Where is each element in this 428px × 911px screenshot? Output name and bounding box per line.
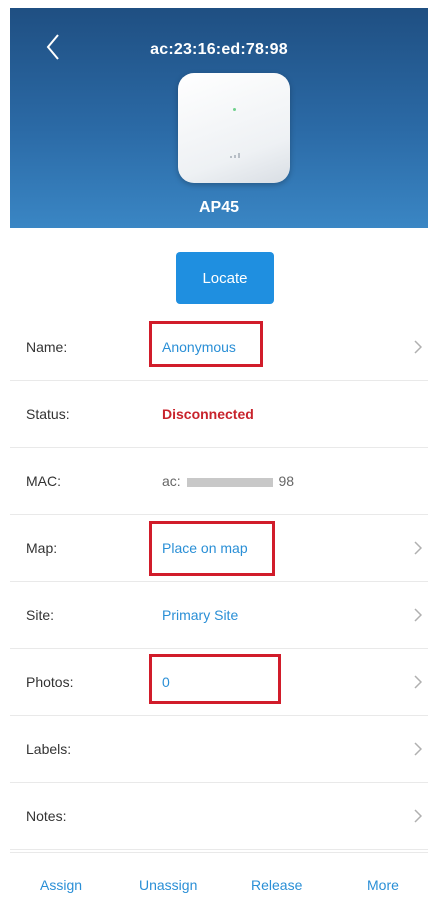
chevron-right-icon <box>414 742 422 756</box>
detail-row-notes[interactable]: Notes: <box>10 783 428 850</box>
mac-redaction <box>186 477 273 487</box>
detail-row-site[interactable]: Site: Primary Site <box>10 582 428 649</box>
site-label: Site: <box>26 607 55 623</box>
mac-suffix: 98 <box>278 473 295 489</box>
map-label: Map: <box>26 540 58 556</box>
device-header: ac:23:16:ed:78:98 AP45 <box>10 8 428 228</box>
chevron-right-icon <box>414 809 422 823</box>
detail-row-mac: MAC: ac: 98 <box>10 448 428 515</box>
page-title: ac:23:16:ed:78:98 <box>150 41 288 58</box>
detail-row-status: Status: Disconnected <box>10 381 428 448</box>
unassign-button[interactable]: Unassign <box>139 877 197 893</box>
notes-label: Notes: <box>26 808 67 824</box>
detail-row-map[interactable]: Map: Place on map <box>10 515 428 582</box>
status-value: Disconnected <box>162 406 254 422</box>
device-image <box>178 73 290 183</box>
detail-row-labels[interactable]: Labels: <box>10 716 428 783</box>
chevron-right-icon <box>414 608 422 622</box>
device-name: AP45 <box>198 199 240 216</box>
brand-mark-icon <box>230 153 240 158</box>
chevron-right-icon <box>414 541 422 555</box>
mac-label: MAC: <box>26 473 61 489</box>
detail-row-name[interactable]: Name: Anonymous <box>10 314 428 381</box>
status-led-icon <box>233 108 236 111</box>
chevron-right-icon <box>414 340 422 354</box>
site-value: Primary Site <box>162 607 239 623</box>
name-value: Anonymous <box>162 339 236 355</box>
map-value: Place on map <box>162 540 248 556</box>
status-label: Status: <box>26 406 70 422</box>
action-bar: Assign Unassign Release More <box>10 852 428 911</box>
photos-value: 0 <box>162 674 170 690</box>
labels-label: Labels: <box>26 741 72 757</box>
more-button[interactable]: More <box>367 877 399 893</box>
locate-button[interactable]: Locate <box>176 252 274 304</box>
chevron-right-icon <box>414 675 422 689</box>
name-label: Name: <box>26 339 68 355</box>
mac-value: ac: 98 <box>162 473 294 489</box>
release-button[interactable]: Release <box>251 877 302 893</box>
mac-prefix: ac: <box>162 473 181 489</box>
detail-row-photos[interactable]: Photos: 0 <box>10 649 428 716</box>
assign-button[interactable]: Assign <box>40 877 82 893</box>
photos-label: Photos: <box>26 674 74 690</box>
